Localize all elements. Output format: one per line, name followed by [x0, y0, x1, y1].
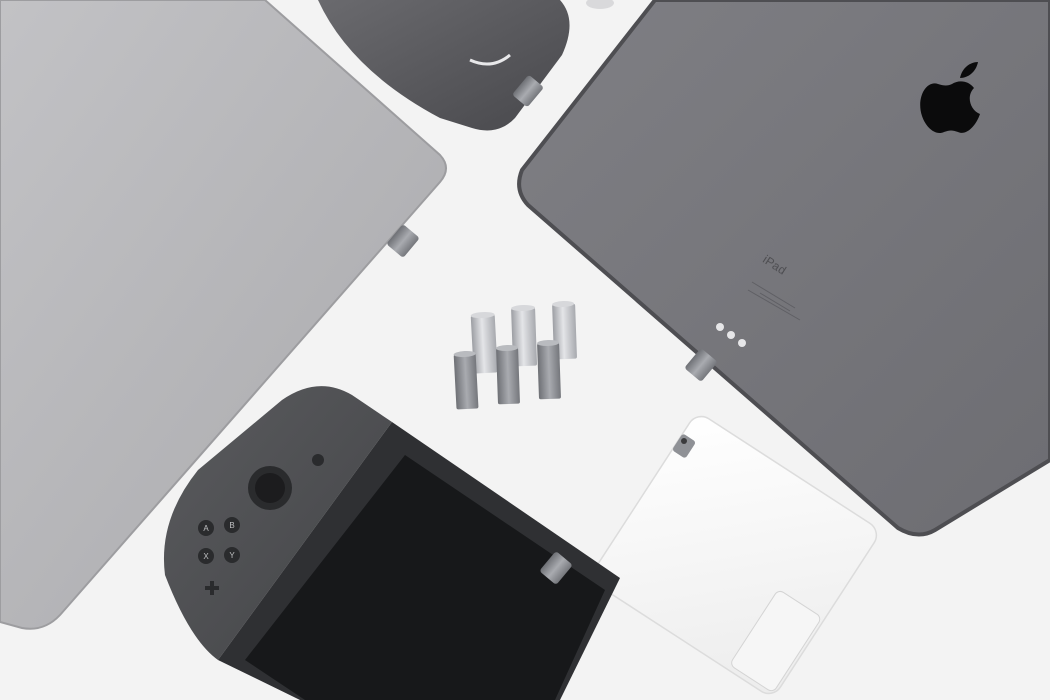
smart-connector-dot [716, 323, 724, 331]
button-x: X [203, 552, 209, 561]
smart-connector-dot [727, 331, 735, 339]
aluminum-adapters [453, 301, 577, 410]
button-y: Y [229, 551, 235, 560]
button-a: A [203, 524, 209, 533]
product-photo: A B X Y iPad [0, 0, 1050, 700]
photo-canvas: A B X Y [0, 0, 1050, 700]
button-b: B [229, 521, 234, 530]
smart-connector-dot [738, 339, 746, 347]
